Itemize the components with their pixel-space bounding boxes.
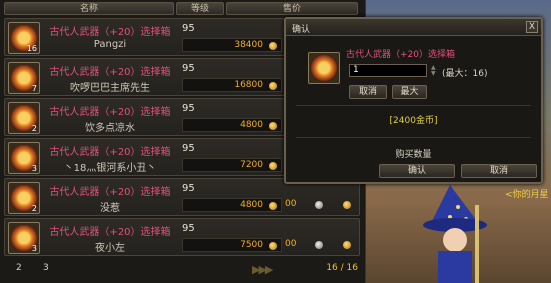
price-value: 16800 xyxy=(234,80,263,90)
gold-coin-icon xyxy=(269,202,277,210)
column-header-name[interactable]: 名称 xyxy=(4,2,174,15)
price-field: 16800 xyxy=(182,78,282,92)
price-value: 7500 xyxy=(240,240,263,250)
seller-name: Pangzi xyxy=(93,39,127,50)
cancel-button[interactable]: 取消 xyxy=(461,164,537,178)
price-value: 4800 xyxy=(240,200,263,210)
item-box-icon: 7 xyxy=(8,62,40,94)
gold-coin-icon xyxy=(269,162,277,170)
extra-value: 00 xyxy=(285,199,297,209)
confirm-dialog: 确认 X 古代人武器（+20）选择箱 1 ▲ ▼ (最大：16) 取消 最大 [2… xyxy=(284,17,543,184)
cancel-small-button[interactable]: 取消 xyxy=(349,85,387,99)
page-link[interactable]: 3 xyxy=(43,263,49,273)
item-level: 95 xyxy=(182,23,195,34)
item-name: 古代人武器（+20）选择箱 xyxy=(49,187,171,198)
gold-coin-icon xyxy=(343,201,351,209)
item-level: 95 xyxy=(182,143,195,154)
extra-currency: 00 xyxy=(285,198,357,212)
confirm-button[interactable]: 确认 xyxy=(379,164,455,178)
dialog-title-bar[interactable]: 确认 X xyxy=(286,19,541,36)
extra-currency: 00 xyxy=(285,238,357,252)
gold-coin-icon xyxy=(269,122,277,130)
price-value: 7200 xyxy=(240,160,263,170)
total-price: [2400金币] xyxy=(389,116,438,126)
gold-coin-icon xyxy=(269,42,277,50)
gold-coin-icon xyxy=(269,242,277,250)
price-value: 4800 xyxy=(240,120,263,130)
item-box-icon: 2 xyxy=(8,102,40,134)
wizard-character-icon xyxy=(423,185,487,283)
column-header-level[interactable]: 等级 xyxy=(176,2,224,15)
item-box-icon: 3 xyxy=(8,142,40,174)
price-field: 7200 xyxy=(182,158,282,172)
gold-coin-icon xyxy=(343,241,351,249)
item-name: 古代人武器（+20）选择箱 xyxy=(49,227,171,238)
next-page-arrows-icon[interactable]: ▶▶▶ xyxy=(252,263,273,276)
extra-value: 00 xyxy=(285,239,297,249)
item-level: 95 xyxy=(182,103,195,114)
dialog-title: 确认 xyxy=(292,25,311,35)
item-name: 古代人武器（+20）选择箱 xyxy=(49,27,171,38)
price-field: 4800 xyxy=(182,198,282,212)
price-field: 7500 xyxy=(182,238,282,252)
seller-name: 饮多点凉水 xyxy=(85,123,135,134)
price-field: 38400 xyxy=(182,38,282,52)
auction-row[interactable]: 3 古代人武器（+20）选择箱 夜小左 95 7500 00 xyxy=(4,218,360,256)
dialog-divider xyxy=(296,105,531,106)
seller-name: 丶18灬银河系小丑丶 xyxy=(63,163,157,174)
price-field: 4800 xyxy=(182,118,282,132)
buy-quantity-label: 购买数量 xyxy=(395,150,432,160)
seller-name: 夜小左 xyxy=(95,243,125,254)
dialog-divider xyxy=(296,137,531,138)
seller-name: 没惹 xyxy=(100,203,120,214)
max-quantity-label: (最大：16) xyxy=(442,69,488,79)
item-box-icon: 2 xyxy=(8,182,40,214)
item-name: 古代人武器（+20）选择箱 xyxy=(49,147,171,158)
result-count: 16 / 16 xyxy=(326,263,358,273)
dialog-item-name: 古代人武器（+20）选择箱 xyxy=(346,50,455,60)
seller-name: 吹啰巴巴主席先生 xyxy=(70,83,150,94)
quantity-input[interactable]: 1 xyxy=(349,64,427,77)
item-level: 95 xyxy=(182,183,195,194)
gold-coin-icon xyxy=(269,82,277,90)
page-link[interactable]: 2 xyxy=(16,263,22,273)
close-icon[interactable]: X xyxy=(526,21,538,33)
pagination: 2 3 ▶▶▶ 16 / 16 xyxy=(0,260,366,278)
scene-caption: <你的月星 xyxy=(505,190,549,200)
item-box-icon: 16 xyxy=(8,22,40,54)
silver-coin-icon xyxy=(315,201,323,209)
quantity-spinner-icon[interactable]: ▲ ▼ xyxy=(431,65,439,77)
item-level: 95 xyxy=(182,223,195,234)
item-level: 95 xyxy=(182,63,195,74)
price-value: 38400 xyxy=(234,40,263,50)
column-header-price[interactable]: 售价 xyxy=(226,2,358,15)
item-name: 古代人武器（+20）选择箱 xyxy=(49,107,171,118)
item-name: 古代人武器（+20）选择箱 xyxy=(49,67,171,78)
max-button[interactable]: 最大 xyxy=(392,85,427,99)
item-box-icon: 3 xyxy=(8,222,40,254)
silver-coin-icon xyxy=(315,241,323,249)
item-box-icon xyxy=(308,52,340,84)
